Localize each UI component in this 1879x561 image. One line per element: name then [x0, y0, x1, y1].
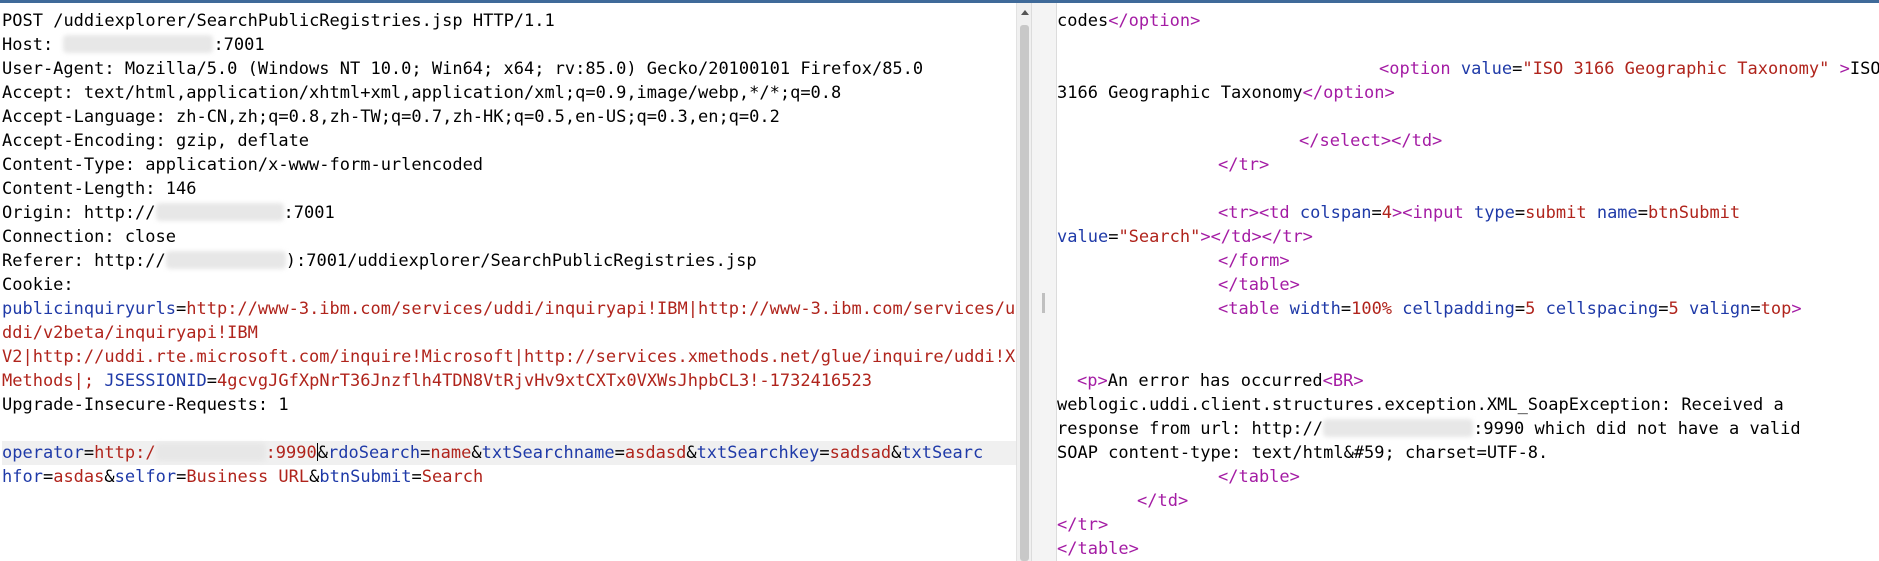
redacted-referer — [165, 251, 286, 269]
response-line: </form> — [1218, 251, 1290, 271]
header-user-agent: User-Agent: Mozilla/5.0 (Windows NT 10.0… — [2, 59, 924, 79]
error-message-line: weblogic.uddi.client.structures.exceptio… — [1057, 395, 1784, 415]
request-scrollbar[interactable] — [1016, 3, 1032, 561]
header-connection: Connection: close — [2, 227, 176, 247]
header-cookie: Cookie: — [2, 275, 74, 295]
header-referer: Referer: http://):7001/uddiexplorer/Sear… — [2, 251, 757, 271]
redacted-host — [63, 35, 214, 53]
redacted-operator-host — [155, 443, 266, 461]
response-lines: codes</option> <option value="ISO 3166 G… — [1057, 9, 1879, 561]
cookie-line: ddi/v2beta/inquiryapi!IBM — [2, 323, 258, 343]
response-line: </tr> — [1057, 515, 1109, 535]
response-line: value="Search"></td></tr> — [1057, 227, 1313, 247]
request-editor[interactable]: POST /uddiexplorer/SearchPublicRegistrie… — [0, 3, 1016, 561]
request-lines: POST /uddiexplorer/SearchPublicRegistrie… — [2, 9, 1016, 489]
response-viewer[interactable]: codes</option> <option value="ISO 3166 G… — [1055, 3, 1879, 561]
response-line: </select></td> — [1299, 131, 1443, 151]
response-line: </tr> — [1218, 155, 1270, 175]
cookie-line: V2|http://uddi.rte.microsoft.com/inquire… — [2, 347, 1016, 367]
response-line: codes</option> — [1057, 11, 1201, 31]
error-message-line: response from url: http://:9990 which di… — [1057, 419, 1801, 439]
header-accept: Accept: text/html,application/xhtml+xml,… — [2, 83, 842, 103]
pane-splitter[interactable] — [1031, 3, 1057, 561]
header-content-length: Content-Length: 146 — [2, 179, 197, 199]
scroll-up-arrow-icon[interactable] — [1017, 7, 1032, 19]
response-line: 3166 Geographic Taxonomy</option> — [1057, 83, 1395, 103]
header-accept-language: Accept-Language: zh-CN,zh;q=0.8,zh-TW;q=… — [2, 107, 780, 127]
response-line: </table> — [1057, 539, 1139, 559]
splitter-grip-icon[interactable] — [1042, 293, 1045, 313]
cookie-line: Methods|; JSESSIONID=4gcvgJGfXpNrT36Jnzf… — [2, 371, 872, 391]
redacted-origin — [155, 203, 284, 221]
response-line: <p>An error has occurred<BR> — [1077, 371, 1364, 391]
error-message-line: SOAP content-type: text/html&#59; charse… — [1057, 443, 1549, 463]
request-line: POST /uddiexplorer/SearchPublicRegistrie… — [2, 11, 555, 31]
body-line: hfor=asdas&selfor=Business URL&btnSubmit… — [2, 467, 484, 487]
scrollbar-thumb[interactable] — [1020, 25, 1029, 561]
response-line: </td> — [1137, 491, 1189, 511]
response-line: <tr><td colspan=4><input type=submit nam… — [1218, 203, 1741, 223]
header-accept-encoding: Accept-Encoding: gzip, deflate — [2, 131, 310, 151]
response-line: <option value="ISO 3166 Geographic Taxon… — [1379, 59, 1879, 79]
header-content-type: Content-Type: application/x-www-form-url… — [2, 155, 484, 175]
redacted-url-host — [1323, 419, 1474, 437]
header-host: Host: :7001 — [2, 35, 265, 55]
cookie-line: publicinquiryurls=http://www-3.ibm.com/s… — [2, 299, 1016, 319]
response-line: </table> — [1218, 467, 1300, 487]
response-line: <table width=100% cellpadding=5 cellspac… — [1218, 299, 1802, 319]
response-line: </table> — [1218, 275, 1300, 295]
header-origin: Origin: http://:7001 — [2, 203, 335, 223]
body-line: operator=http:/:9990&rdoSearch=name&txtS… — [2, 441, 1016, 465]
header-upgrade-insecure: Upgrade-Insecure-Requests: 1 — [2, 395, 289, 415]
